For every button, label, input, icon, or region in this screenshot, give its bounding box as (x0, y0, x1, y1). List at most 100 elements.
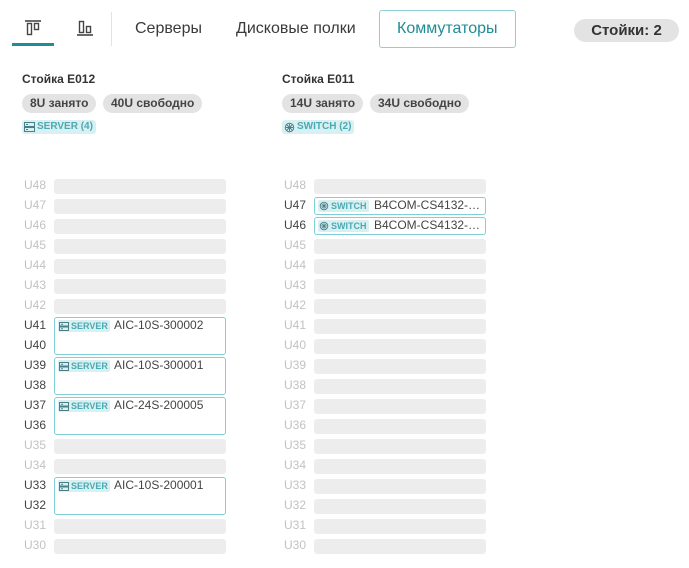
empty-unit-slot[interactable] (314, 179, 486, 194)
empty-unit-slot[interactable] (314, 319, 486, 334)
device-type-label: SERVER (71, 361, 108, 371)
unit-label: U47 (24, 198, 47, 212)
unit-label: U44 (284, 258, 307, 272)
unit-label: U41 (24, 318, 47, 332)
empty-unit-slot[interactable] (314, 439, 486, 454)
device-name: B4COM-CS4132-5… (374, 218, 484, 232)
unit-label: U41 (284, 318, 307, 332)
free-units-badge: 40U свободно (103, 94, 203, 113)
align-top-view-button[interactable] (12, 10, 54, 46)
device-type-filter-badge[interactable]: SWITCH (2) (282, 120, 355, 134)
empty-unit-slot[interactable] (54, 239, 226, 254)
server-icon (59, 401, 69, 411)
empty-unit-slot[interactable] (314, 519, 486, 534)
unit-label: U42 (24, 298, 47, 312)
empty-unit-slot[interactable] (314, 379, 486, 394)
unit-label: U46 (24, 218, 47, 232)
unit-label: U46 (284, 218, 307, 232)
device-type-badge: SWITCH (318, 220, 369, 232)
empty-unit-slot[interactable] (54, 259, 226, 274)
unit-label: U40 (284, 338, 307, 352)
tab-switches[interactable]: Коммутаторы (379, 10, 516, 48)
empty-unit-slot[interactable] (54, 459, 226, 474)
unit-label: U37 (284, 398, 307, 412)
empty-unit-slot[interactable] (54, 279, 226, 294)
align-bottom-view-button[interactable] (64, 10, 106, 46)
type-badge-label: SWITCH (2) (297, 121, 352, 132)
empty-unit-slot[interactable] (54, 179, 226, 194)
rack-device-server[interactable]: SERVER AIC-10S-200001 (54, 477, 226, 515)
unit-label: U34 (284, 458, 307, 472)
server-icon (59, 361, 69, 371)
racks-count-badge: Стойки: 2 (574, 19, 679, 42)
unit-label: U40 (24, 338, 47, 352)
device-type-badge: SERVER (58, 320, 110, 332)
empty-unit-slot[interactable] (314, 479, 486, 494)
empty-unit-slot[interactable] (314, 279, 486, 294)
unit-label: U43 (284, 278, 307, 292)
empty-unit-slot[interactable] (314, 339, 486, 354)
unit-label: U48 (284, 178, 307, 192)
switch-icon (284, 122, 295, 133)
device-type-badge: SERVER (58, 480, 110, 492)
device-name: B4COM-CS4132-5… (374, 198, 484, 212)
server-icon (59, 321, 69, 331)
empty-unit-slot[interactable] (314, 239, 486, 254)
divider (111, 12, 112, 46)
unit-label: U34 (24, 458, 47, 472)
rack-device-switch[interactable]: SWITCH B4COM-CS4132-5… (314, 197, 486, 215)
rack-title: Стойка E011 (282, 72, 355, 86)
unit-label: U37 (24, 398, 47, 412)
unit-label: U39 (24, 358, 47, 372)
unit-label: U36 (284, 418, 307, 432)
empty-unit-slot[interactable] (54, 539, 226, 554)
empty-unit-slot[interactable] (314, 459, 486, 474)
rack-device-server[interactable]: SERVER AIC-24S-200005 (54, 397, 226, 435)
align-bottom-icon (76, 19, 94, 37)
device-type-label: SERVER (71, 321, 108, 331)
switch-icon (319, 221, 329, 231)
device-type-label: SWITCH (331, 221, 367, 231)
unit-label: U43 (24, 278, 47, 292)
server-icon (59, 481, 69, 491)
unit-label: U33 (24, 478, 47, 492)
empty-unit-slot[interactable] (314, 299, 486, 314)
rack-device-server[interactable]: SERVER AIC-10S-300002 (54, 317, 226, 355)
tab-disk-shelves[interactable]: Дисковые полки (236, 10, 356, 48)
empty-unit-slot[interactable] (314, 539, 486, 554)
rack-device-switch[interactable]: SWITCH B4COM-CS4132-5… (314, 217, 486, 235)
occupied-units-badge: 8U занято (22, 94, 97, 113)
switch-icon (319, 201, 329, 211)
unit-label: U32 (24, 498, 47, 512)
server-icon (24, 122, 35, 132)
unit-label: U45 (284, 238, 307, 252)
unit-label: U35 (284, 438, 307, 452)
empty-unit-slot[interactable] (54, 439, 226, 454)
device-type-badge: SERVER (58, 400, 110, 412)
unit-label: U31 (24, 518, 47, 532)
empty-unit-slot[interactable] (54, 219, 226, 234)
device-type-label: SERVER (71, 481, 108, 491)
unit-label: U33 (284, 478, 307, 492)
device-name: AIC-10S-300001 (114, 358, 204, 372)
empty-unit-slot[interactable] (54, 299, 226, 314)
device-type-badge: SWITCH (318, 200, 369, 212)
empty-unit-slot[interactable] (314, 499, 486, 514)
device-type-badge: SERVER (58, 360, 110, 372)
unit-label: U47 (284, 198, 307, 212)
empty-unit-slot[interactable] (314, 259, 486, 274)
empty-unit-slot[interactable] (314, 359, 486, 374)
rack-device-server[interactable]: SERVER AIC-10S-300001 (54, 357, 226, 395)
unit-label: U44 (24, 258, 47, 272)
tab-servers[interactable]: Серверы (135, 10, 202, 48)
device-name: AIC-24S-200005 (114, 398, 204, 412)
type-badge-label: SERVER (4) (37, 121, 93, 132)
unit-label: U45 (24, 238, 47, 252)
empty-unit-slot[interactable] (54, 519, 226, 534)
unit-label: U31 (284, 518, 307, 532)
empty-unit-slot[interactable] (314, 419, 486, 434)
unit-label: U39 (284, 358, 307, 372)
empty-unit-slot[interactable] (314, 399, 486, 414)
empty-unit-slot[interactable] (54, 199, 226, 214)
device-type-filter-badge[interactable]: SERVER (4) (22, 120, 96, 134)
